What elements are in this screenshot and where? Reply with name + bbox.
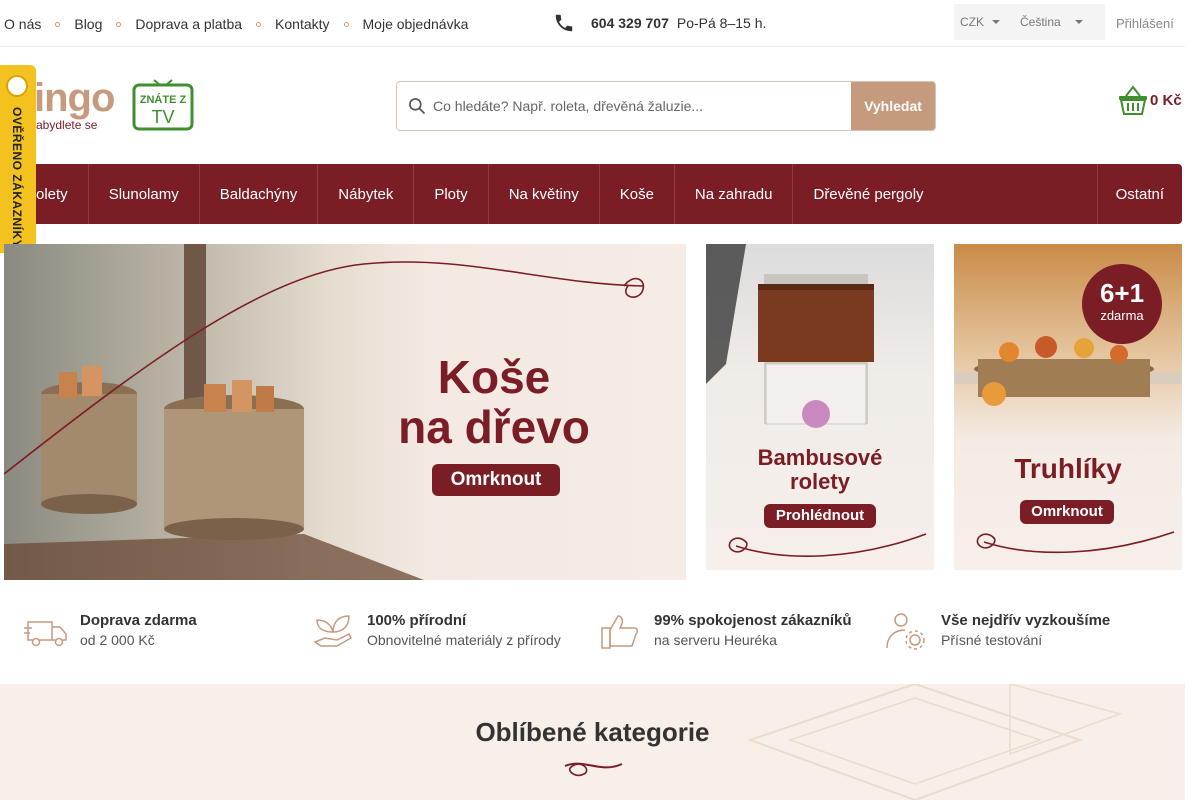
feature-subtitle: Obnovitelné materiály z přírody bbox=[367, 632, 561, 648]
promo-badge: 6+1 zdarma bbox=[1082, 264, 1162, 344]
nav-item-baskets[interactable]: Koše bbox=[600, 164, 675, 224]
user-gear-icon bbox=[886, 613, 925, 650]
language-select[interactable]: Čeština bbox=[1014, 15, 1083, 29]
page: O nás Blog Doprava a platba Kontakty Moj… bbox=[0, 0, 1200, 800]
locale-selectors: CZK Čeština bbox=[954, 4, 1105, 40]
nav-item-canopies[interactable]: Baldachýny bbox=[200, 164, 319, 224]
login-link[interactable]: Přihlášení bbox=[1116, 16, 1174, 31]
heureka-seal-icon bbox=[6, 75, 28, 97]
popular-categories-section: Oblíbené kategorie bbox=[0, 684, 1185, 800]
separator-dot bbox=[256, 21, 262, 27]
caret-down-icon bbox=[992, 20, 1000, 24]
banner-main-title-line1: Koše bbox=[437, 351, 551, 403]
nav-item-garden[interactable]: Na zahradu bbox=[675, 164, 794, 224]
opening-hours: Po-Pá 8–15 h. bbox=[676, 15, 767, 31]
feature-title: Doprava zdarma bbox=[80, 612, 197, 629]
separator-dot bbox=[116, 21, 122, 27]
cart[interactable]: 0 Kč bbox=[1116, 83, 1182, 117]
verified-badge-text: OVĚŘENO ZÁKAZNÍKY bbox=[10, 107, 24, 249]
main-nav: olety Slunolamy Baldachýny Nábytek Ploty… bbox=[4, 164, 1182, 224]
search-button[interactable]: Vyhledat bbox=[851, 82, 935, 130]
leaf-hand-icon bbox=[313, 615, 352, 647]
caret-down-icon bbox=[1074, 20, 1083, 24]
nav-item-other[interactable]: Ostatní bbox=[1098, 164, 1182, 224]
search-field bbox=[397, 82, 851, 130]
nav-item-pergolas[interactable]: Dřevěné pergoly bbox=[793, 164, 943, 224]
link-contacts[interactable]: Kontakty bbox=[275, 16, 329, 32]
banner-bamboo-blinds[interactable]: Bambusové rolety Prohlédnout bbox=[706, 244, 934, 570]
search-bar: Vyhledat bbox=[396, 81, 936, 131]
top-links: O nás Blog Doprava a platba Kontakty Moj… bbox=[4, 16, 468, 32]
link-blog[interactable]: Blog bbox=[74, 16, 102, 32]
search-input[interactable] bbox=[433, 98, 833, 114]
banner-side1-title-line2: rolety bbox=[790, 469, 850, 494]
tv-icon: ZNÁTE Z TV bbox=[132, 79, 194, 131]
logo-tagline: abydlete se bbox=[36, 118, 98, 132]
feature-testing: Vše nejdřív vyzkoušíme Přísné testování bbox=[885, 612, 1110, 650]
feature-title: Vše nejdřív vyzkoušíme bbox=[941, 612, 1111, 629]
banner-main-title-line2: na dřevo bbox=[398, 401, 590, 453]
currency-value: CZK bbox=[960, 15, 984, 29]
feature-strip: Doprava zdarma od 2 000 Kč 100% přírodní… bbox=[24, 612, 1184, 662]
phone-icon bbox=[555, 14, 573, 32]
nav-item-planters[interactable]: Na květiny bbox=[489, 164, 600, 224]
separator-dot bbox=[343, 21, 349, 27]
banner-side2-button[interactable]: Omrknout bbox=[1020, 500, 1114, 524]
tv-badge-line1: ZNÁTE Z bbox=[140, 93, 187, 106]
tv-badge-line2: TV bbox=[151, 107, 174, 127]
link-my-order[interactable]: Moje objednávka bbox=[363, 16, 469, 32]
feature-free-shipping: Doprava zdarma od 2 000 Kč bbox=[24, 612, 197, 650]
search-icon bbox=[409, 98, 426, 115]
link-shipping[interactable]: Doprava a platba bbox=[135, 16, 242, 32]
feature-title: 99% spokojenost zákazníků bbox=[654, 612, 852, 629]
currency-select[interactable]: CZK bbox=[954, 15, 1000, 29]
feature-natural: 100% přírodní Obnovitelné materiály z př… bbox=[311, 612, 561, 650]
promo-badge-big: 6+1 bbox=[1099, 278, 1145, 308]
section-title: Oblíbené kategorie bbox=[475, 717, 710, 747]
cart-total: 0 Kč bbox=[1150, 91, 1182, 109]
truck-icon bbox=[24, 621, 67, 647]
top-bar: O nás Blog Doprava a platba Kontakty Moj… bbox=[0, 0, 1185, 47]
nav-item-sunshades[interactable]: Slunolamy bbox=[89, 164, 200, 224]
logo-wordmark: ingo bbox=[34, 76, 115, 120]
banner-main-button[interactable]: Omrknout bbox=[432, 464, 560, 496]
banner-side1-title-line1: Bambusové bbox=[757, 445, 883, 470]
thumbs-up-icon bbox=[601, 615, 639, 649]
verified-badge-tab[interactable]: OVĚŘENO ZÁKAZNÍKY bbox=[0, 65, 36, 253]
language-value: Čeština bbox=[1020, 15, 1061, 29]
nav-item-furniture[interactable]: Nábytek bbox=[318, 164, 415, 224]
banner-side1-button[interactable]: Prohlédnout bbox=[764, 504, 876, 528]
link-about[interactable]: O nás bbox=[4, 16, 41, 32]
nav-item-fences[interactable]: Ploty bbox=[414, 164, 489, 224]
nav-spacer bbox=[944, 164, 1098, 224]
feature-title: 100% přírodní bbox=[367, 612, 467, 629]
tv-badge[interactable]: ZNÁTE Z TV bbox=[132, 79, 194, 131]
banner-side2-title: Truhlíky bbox=[1014, 453, 1122, 484]
feature-satisfaction: 99% spokojenost zákazníků na serveru Heu… bbox=[598, 612, 852, 650]
banner-firewood-baskets[interactable]: Koše na dřevo Omrknout bbox=[4, 244, 686, 580]
banner-planters[interactable]: 6+1 zdarma Truhlíky Omrknout bbox=[954, 244, 1182, 570]
feature-subtitle: od 2 000 Kč bbox=[80, 632, 155, 648]
phone-number[interactable]: 604 329 707 bbox=[591, 15, 669, 31]
phone-contact[interactable]: 604 329 707 Po-Pá 8–15 h. bbox=[553, 12, 766, 34]
basket-icon bbox=[1119, 85, 1147, 115]
feature-subtitle: Přísné testování bbox=[941, 632, 1043, 648]
promo-badge-small: zdarma bbox=[1100, 308, 1144, 323]
separator-dot bbox=[55, 21, 61, 27]
feature-subtitle: na serveru Heuréka bbox=[654, 632, 777, 648]
